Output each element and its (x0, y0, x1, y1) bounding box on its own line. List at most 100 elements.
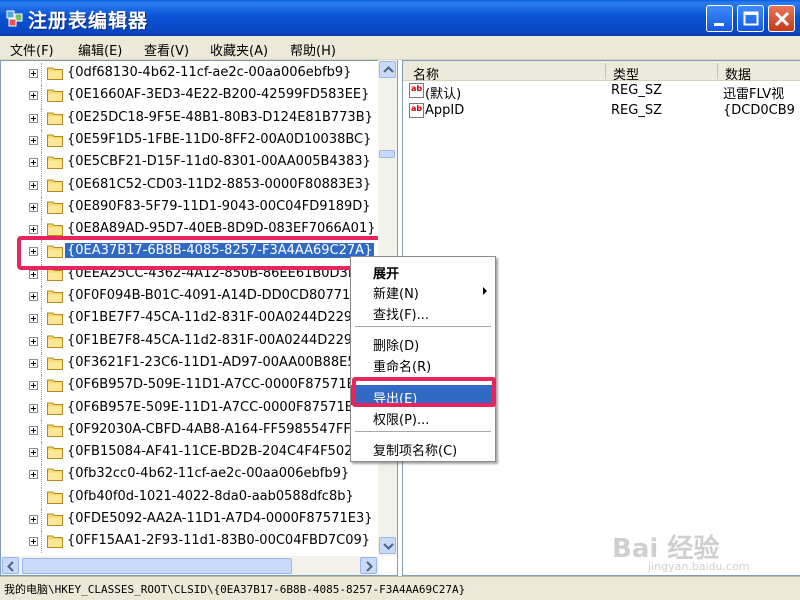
tree-item-label: {0F6B957D-509E-11D1-A7CC-0000F87571E3} (67, 377, 372, 393)
close-button[interactable] (768, 5, 795, 32)
expand-icon[interactable] (29, 158, 38, 168)
tree-item[interactable]: {0FDE5092-AA2A-11D1-A7D4-0000F87571E3} (1, 509, 381, 531)
tree-connector (41, 509, 42, 531)
tree-item[interactable]: {0F1BE7F7-45CA-11d2-831F-00A0244D2298} (1, 308, 381, 331)
close-icon (774, 11, 790, 27)
string-value-icon: ab (409, 83, 424, 98)
tree-item[interactable]: {0df68130-4b62-11cf-ae2c-00aa006ebfb9} (1, 63, 381, 85)
expand-icon[interactable] (29, 69, 38, 78)
tree-item[interactable]: {0E5CBF21-D15F-11d0-8301-00AA005B4383} (1, 152, 381, 175)
title-bar: 注册表编辑器 (0, 0, 800, 36)
tree-item[interactable]: {0F1BE7F8-45CA-11d2-831F-00A0244D2298} (1, 330, 381, 353)
expand-icon[interactable] (29, 135, 38, 145)
expand-icon[interactable] (29, 202, 38, 212)
column-divider[interactable] (717, 63, 718, 79)
maximize-button[interactable] (737, 5, 764, 32)
menu-view[interactable]: 查看(V) (144, 40, 189, 59)
tree-connector (41, 174, 42, 197)
expand-icon[interactable] (29, 225, 38, 235)
expand-icon[interactable] (29, 537, 38, 547)
tree-item[interactable]: {0E25DC18-9F5E-48B1-80B3-D124E81B773B} (1, 107, 381, 130)
registry-tree[interactable]: {0df68130-4b62-11cf-ae2c-00aa006ebfb9} {0… (0, 60, 398, 576)
tree-item[interactable]: {0F6B957E-509E-11D1-A7CC-0000F87571E3} (1, 397, 381, 420)
folder-icon (47, 468, 63, 482)
value-data: {DCD0CB9 (723, 103, 795, 118)
menu-help[interactable]: 帮助(H) (290, 40, 336, 59)
expand-icon[interactable] (29, 336, 38, 346)
tree-item-label: {0E681C52-CD03-11D2-8853-0000F80883E3} (67, 176, 372, 192)
folder-icon (47, 223, 63, 237)
column-divider[interactable] (605, 63, 606, 79)
tree-item[interactable]: {0F92030A-CBFD-4AB8-A164-FF5985547FF6} (1, 419, 381, 442)
expand-icon[interactable] (29, 91, 38, 101)
tree-item-label: {0fb40f0d-1021-4022-8da0-aab0588dfc8b} (67, 488, 354, 504)
menu-file[interactable]: 文件(F) (10, 40, 54, 59)
expand-icon[interactable] (29, 113, 38, 123)
menu-item-new[interactable]: 新建(N) (351, 280, 495, 302)
tree-connector (41, 442, 42, 465)
annotation-highlight-selected-key (17, 236, 387, 270)
expand-icon[interactable] (29, 358, 38, 368)
tree-item[interactable]: {0fb40f0d-1021-4022-8da0-aab0588dfc8b} (1, 486, 381, 509)
tree-item[interactable]: {0E681C52-CD03-11D2-8853-0000F80883E3} (1, 174, 381, 197)
tree-item-label: {0FDE5092-AA2A-11D1-A7D4-0000F87571E3} (67, 511, 373, 526)
menu-favorites[interactable]: 收藏夹(A) (210, 40, 268, 59)
menu-item-rename[interactable]: 重命名(R) (351, 353, 495, 375)
value-name: AppID (425, 103, 465, 118)
tree-item-label: {0F1BE7F8-45CA-11d2-831F-00A0244D2298} (67, 332, 369, 348)
menu-item-find[interactable]: 查找(F)... (351, 301, 495, 323)
folder-icon (47, 424, 63, 437)
menu-item-permissions[interactable]: 权限(P)... (351, 406, 495, 428)
menu-item-delete[interactable]: 删除(D) (351, 332, 495, 354)
tree-connector (41, 63, 42, 85)
tree-item-label: {0E25DC18-9F5E-48B1-80B3-D124E81B773B} (67, 109, 373, 125)
expand-icon[interactable] (29, 269, 38, 279)
menu-item-copy-key-name[interactable]: 复制项名称(C) (351, 437, 495, 459)
tree-item[interactable]: {0F3621F1-23C6-11D1-AD97-00AA00B88E5A} (1, 352, 381, 375)
expand-icon[interactable] (29, 292, 38, 301)
tree-item[interactable]: {0E1660AF-3ED3-4E22-B200-42599FD583EE} (1, 85, 381, 108)
annotation-highlight-export (352, 377, 496, 407)
menu-edit[interactable]: 编辑(E) (78, 40, 122, 59)
scroll-right-button[interactable] (360, 557, 377, 574)
tree-item[interactable]: {0fb32cc0-4b62-11cf-ae2c-00aa006ebfb9} (1, 464, 381, 487)
tree-connector (41, 397, 42, 420)
tree-item[interactable]: {0FB15084-AF41-11CE-BD2B-204C4F4F5020} (1, 442, 381, 465)
list-row[interactable]: ab AppID REG_SZ {DCD0CB9 (403, 101, 800, 121)
tree-hscroll-thumb[interactable] (22, 558, 292, 574)
value-data: 迅雷FLV视 (723, 87, 785, 102)
menu-item-expand[interactable]: 展开 (351, 260, 495, 282)
minimize-button[interactable] (706, 5, 733, 32)
expand-icon[interactable] (29, 425, 38, 435)
scroll-left-button[interactable] (2, 557, 19, 574)
context-menu: 展开 新建(N) 查找(F)... 删除(D) 重命名(R) 导出(E) 权限(… (350, 256, 496, 462)
tree-connector (41, 464, 42, 487)
tree-connector (41, 531, 42, 554)
folder-icon (47, 134, 63, 147)
scroll-up-button[interactable] (379, 61, 396, 78)
tree-item[interactable]: {0FF15AA1-2F93-11d1-83B0-00C04FBD7C09} (1, 531, 381, 554)
expand-icon[interactable] (29, 403, 38, 413)
chevron-down-icon (383, 543, 394, 550)
window-title: 注册表编辑器 (28, 10, 149, 32)
expand-icon[interactable] (29, 381, 38, 391)
tree-item-label: {0F3621F1-23C6-11D1-AD97-00AA00B88E5A} (67, 354, 373, 370)
folder-icon (47, 491, 63, 504)
folder-icon (47, 335, 63, 348)
expand-icon[interactable] (29, 515, 38, 524)
value-type: REG_SZ (611, 103, 662, 118)
tree-item[interactable]: {0F6B957D-509E-11D1-A7CC-0000F87571E3} (1, 375, 381, 398)
tree-item-label: {0fb32cc0-4b62-11cf-ae2c-00aa006ebfb9} (67, 466, 350, 482)
expand-icon[interactable] (29, 470, 38, 480)
expand-icon[interactable] (29, 180, 38, 190)
tree-item[interactable]: {0F0F094B-B01C-4091-A14D-DD0CD807711A} (1, 286, 381, 308)
tree-scroll-thumb[interactable] (379, 150, 395, 158)
expand-icon[interactable] (29, 448, 38, 458)
scroll-down-button[interactable] (379, 537, 396, 554)
registry-editor-icon (6, 10, 23, 27)
tree-item[interactable]: {0E890F83-5F79-11D1-9043-00C04FD9189D} (1, 196, 381, 219)
tree-item[interactable]: {0E59F1D5-1FBE-11D0-8FF2-00A0D10038BC} (1, 129, 381, 152)
expand-icon[interactable] (29, 314, 38, 324)
menu-separator (355, 326, 491, 327)
list-row[interactable]: ab (默认) REG_SZ 迅雷FLV视 (403, 81, 800, 102)
